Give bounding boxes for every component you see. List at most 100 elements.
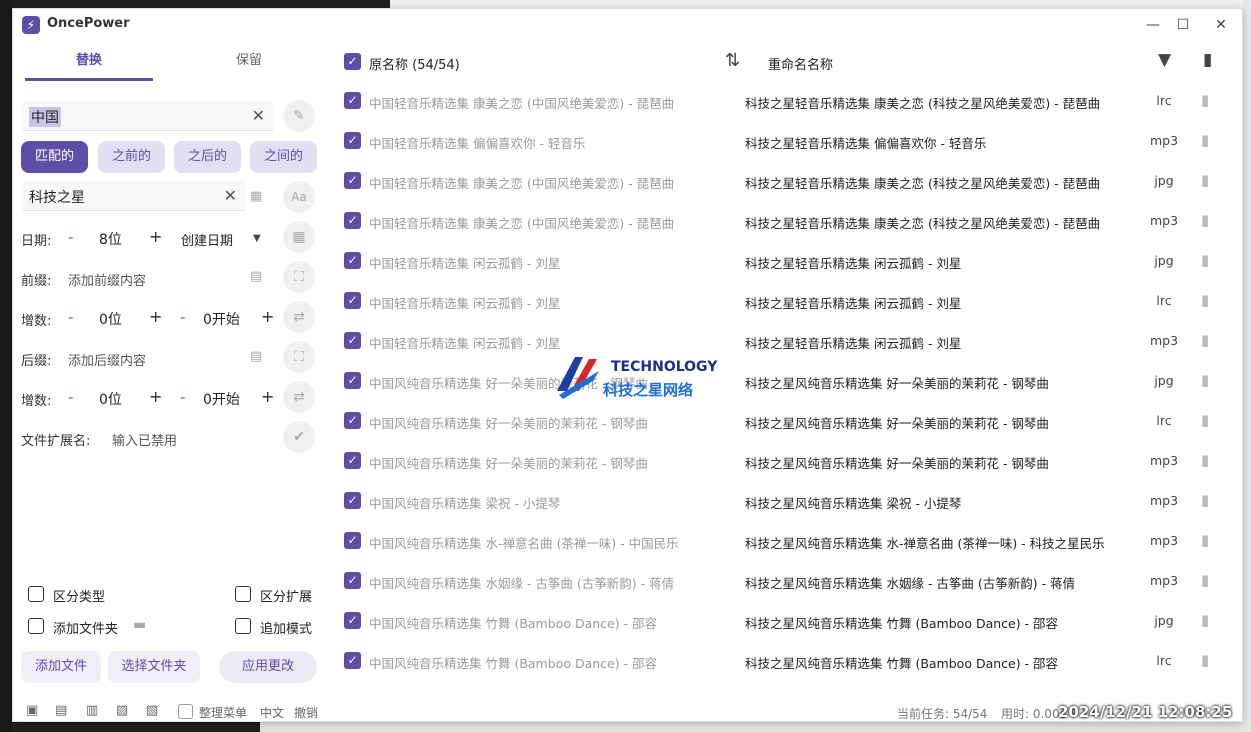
increment2-start-minus[interactable]: - [180, 388, 185, 406]
table-row[interactable]: ✓ 中国风纯音乐精选集 水姻缘 - 古筝曲 (古筝新韵) - 蒋倩 科技之星风纯音乐… [329, 561, 1244, 601]
tab-keep[interactable]: 保留 [185, 49, 313, 81]
increment1-digits-minus[interactable]: - [68, 308, 73, 326]
chip-after[interactable]: 之后的 [174, 141, 241, 173]
increment2-digits-plus[interactable]: + [149, 387, 162, 406]
trash-icon[interactable]: ▮ [1201, 251, 1209, 269]
file-icon-2[interactable]: ▤ [250, 349, 262, 364]
row-checkbox[interactable]: ✓ [344, 292, 361, 309]
table-row[interactable]: ✓ 中国轻音乐精选集 康美之恋 (中国风绝美爱恋) - 琵琶曲 科技之星轻音乐精选集… [329, 201, 1244, 241]
minimize-button[interactable]: — [1138, 13, 1168, 37]
sort-icon[interactable]: ⇅ [725, 50, 740, 71]
chip-matched[interactable]: 匹配的 [21, 141, 88, 173]
trash-icon[interactable]: ▮ [1201, 611, 1209, 629]
increment2-start-plus[interactable]: + [261, 387, 274, 406]
add-file-button[interactable]: 添加文件 [21, 651, 101, 683]
suffix-input[interactable]: 添加后缀内容 [68, 350, 146, 369]
row-checkbox[interactable]: ✓ [344, 412, 361, 429]
trash-icon[interactable]: ▮ [1201, 211, 1209, 229]
undo-button[interactable]: 撤销 [294, 704, 318, 721]
row-checkbox[interactable]: ✓ [344, 172, 361, 189]
row-checkbox[interactable]: ✓ [344, 532, 361, 549]
trash-icon[interactable]: ▮ [1201, 91, 1209, 109]
text-file-icon[interactable]: ▧ [146, 703, 158, 718]
select-folder-button[interactable]: 选择文件夹 [108, 651, 200, 683]
date-type-select[interactable]: 创建日期 [181, 230, 233, 249]
organize-menu-checkbox[interactable] [178, 704, 193, 719]
prefix-input[interactable]: 添加前缀内容 [68, 270, 146, 289]
row-checkbox[interactable]: ✓ [344, 132, 361, 149]
calendar-button-icon[interactable]: ▦ [283, 221, 315, 253]
distinguish-ext-checkbox[interactable] [235, 586, 251, 602]
trash-icon[interactable]: ▮ [1201, 171, 1209, 189]
increment2-digits-minus[interactable]: - [68, 388, 73, 406]
expand-icon-2[interactable]: ⛶ [283, 341, 315, 373]
shuffle-icon[interactable]: ⇄ [283, 301, 315, 333]
trash-icon[interactable]: ▮ [1201, 411, 1209, 429]
distinguish-type-checkbox[interactable] [28, 586, 44, 602]
row-checkbox[interactable]: ✓ [344, 212, 361, 229]
chevron-down-icon[interactable]: ▼ [253, 233, 261, 244]
row-checkbox[interactable]: ✓ [344, 572, 361, 589]
calendar-icon[interactable]: ▦ [250, 189, 262, 204]
file-icon[interactable]: ▤ [250, 269, 262, 284]
clear-replace-icon[interactable]: ✕ [224, 186, 237, 205]
image-icon[interactable]: ▨ [116, 703, 128, 718]
filter-icon[interactable]: ▼ [1158, 50, 1171, 70]
shuffle-icon-2[interactable]: ⇄ [283, 381, 315, 413]
maximize-button[interactable]: ☐ [1168, 13, 1198, 37]
close-button[interactable]: ✕ [1206, 13, 1236, 37]
table-row[interactable]: ✓ 中国风纯音乐精选集 好一朵美丽的茉莉花 - 钢琴曲 科技之星风纯音乐精选集 好一… [329, 361, 1244, 401]
search-input[interactable]: 中国 ✕ [23, 101, 273, 131]
table-row[interactable]: ✓ 中国轻音乐精选集 闲云孤鹤 - 刘星 科技之星轻音乐精选集 闲云孤鹤 - 刘星 l… [329, 281, 1244, 321]
check-icon[interactable]: ✔ [283, 421, 315, 453]
trash-icon[interactable]: ▮ [1201, 651, 1209, 669]
expand-icon[interactable]: ⛶ [283, 261, 315, 293]
row-checkbox[interactable]: ✓ [344, 372, 361, 389]
select-all-checkbox[interactable]: ✓ [344, 53, 361, 70]
append-mode-checkbox[interactable] [235, 618, 251, 634]
row-checkbox[interactable]: ✓ [344, 492, 361, 509]
trash-icon[interactable]: ▮ [1201, 571, 1209, 589]
table-row[interactable]: ✓ 中国风纯音乐精选集 水-禅意名曲 (茶禅一味) - 中国民乐 科技之星风纯音乐精… [329, 521, 1244, 561]
trash-icon[interactable]: ▮ [1201, 131, 1209, 149]
clear-search-icon[interactable]: ✕ [252, 106, 265, 125]
extension-input[interactable]: 输入已禁用 [112, 430, 177, 449]
chip-before[interactable]: 之前的 [98, 141, 165, 173]
trash-icon[interactable]: ▮ [1201, 451, 1209, 469]
row-checkbox[interactable]: ✓ [344, 92, 361, 109]
trash-icon[interactable]: ▮ [1201, 331, 1209, 349]
language-button[interactable]: 中文 [260, 704, 284, 721]
date-minus-button[interactable]: - [68, 228, 73, 246]
table-row[interactable]: ✓ 中国风纯音乐精选集 梁祝 - 小提琴 科技之星风纯音乐精选集 梁祝 - 小提琴 m… [329, 481, 1244, 521]
trash-icon[interactable]: ▮ [1201, 531, 1209, 549]
trash-icon[interactable]: ▮ [1201, 491, 1209, 509]
clipboard-icon[interactable]: ▥ [86, 703, 98, 718]
date-plus-button[interactable]: + [149, 227, 162, 246]
table-row[interactable]: ✓ 中国轻音乐精选集 闲云孤鹤 - 刘星 科技之星轻音乐精选集 闲云孤鹤 - 刘星 m… [329, 321, 1244, 361]
row-checkbox[interactable]: ✓ [344, 452, 361, 469]
chip-between[interactable]: 之间的 [250, 141, 317, 173]
increment1-start-plus[interactable]: + [261, 307, 274, 326]
tab-replace[interactable]: 替换 [25, 49, 153, 81]
delete-all-icon[interactable]: ▮ [1203, 50, 1212, 70]
trash-icon[interactable]: ▮ [1201, 291, 1209, 309]
table-row[interactable]: ✓ 中国轻音乐精选集 康美之恋 (中国风绝美爱恋) - 琵琶曲 科技之星轻音乐精选集… [329, 81, 1244, 121]
add-folder-checkbox[interactable] [28, 618, 44, 634]
increment1-start-minus[interactable]: - [180, 308, 185, 326]
replace-input[interactable]: 科技之星 ✕ [23, 181, 245, 211]
row-checkbox[interactable]: ✓ [344, 252, 361, 269]
table-row[interactable]: ✓ 中国轻音乐精选集 闲云孤鹤 - 刘星 科技之星轻音乐精选集 闲云孤鹤 - 刘星 j… [329, 241, 1244, 281]
table-row[interactable]: ✓ 中国风纯音乐精选集 好一朵美丽的茉莉花 - 钢琴曲 科技之星风纯音乐精选集 好一… [329, 401, 1244, 441]
pin-icon[interactable]: ✎ [283, 100, 315, 132]
table-row[interactable]: ✓ 中国风纯音乐精选集 竹舞 (Bamboo Dance) - 邵容 科技之星风纯音… [329, 601, 1244, 641]
table-row[interactable]: ✓ 中国风纯音乐精选集 竹舞 (Bamboo Dance) - 邵容 科技之星风纯音… [329, 641, 1244, 681]
table-row[interactable]: ✓ 中国风纯音乐精选集 好一朵美丽的茉莉花 - 钢琴曲 科技之星风纯音乐精选集 好一… [329, 441, 1244, 481]
row-checkbox[interactable]: ✓ [344, 652, 361, 669]
case-toggle-icon[interactable]: Aa [283, 181, 315, 213]
table-row[interactable]: ✓ 中国轻音乐精选集 康美之恋 (中国风绝美爱恋) - 琵琶曲 科技之星轻音乐精选集… [329, 161, 1244, 201]
apply-changes-button[interactable]: 应用更改 [219, 651, 317, 683]
save-icon[interactable]: ▣ [26, 703, 38, 718]
table-row[interactable]: ✓ 中国轻音乐精选集 偏偏喜欢你 - 轻音乐 科技之星轻音乐精选集 偏偏喜欢你 - … [329, 121, 1244, 161]
trash-icon[interactable]: ▮ [1201, 371, 1209, 389]
row-checkbox[interactable]: ✓ [344, 612, 361, 629]
